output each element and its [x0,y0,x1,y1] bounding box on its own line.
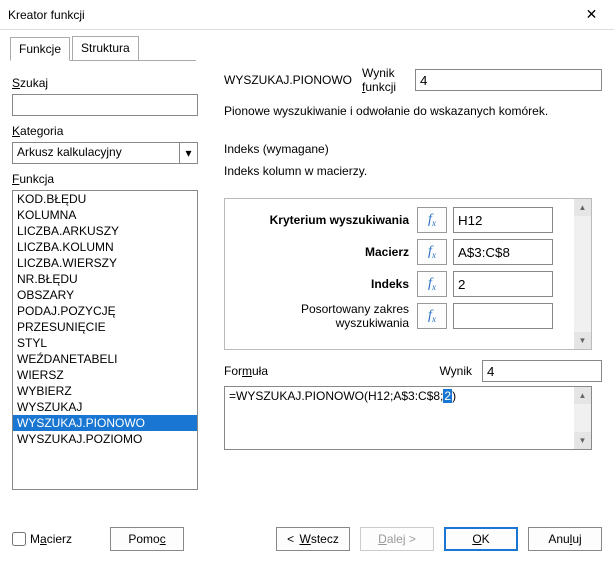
fx-button-3[interactable]: fx [417,271,447,297]
list-item[interactable]: WEŹDANETABELI [13,351,197,367]
close-icon[interactable]: ✕ [569,0,614,30]
array-checkbox-input[interactable] [12,532,26,546]
back-button[interactable]: < Wstecz [276,527,350,551]
tab-functions[interactable]: Funkcje [10,37,70,61]
tab-bar: Funkcje Struktura [10,36,196,61]
param-box: Kryterium wyszukiwania fx Macierz fx Ind… [224,198,592,350]
formula-content: =WYSZUKAJ.PIONOWO(H12;A$3:C$8;2) [229,389,456,403]
list-item[interactable]: PODAJ.POZYCJĘ [13,303,197,319]
scroll-down-icon[interactable]: ▼ [574,332,591,349]
fx-button-2[interactable]: fx [417,239,447,265]
fx-button-1[interactable]: fx [417,207,447,233]
next-button: Dalej > [360,527,434,551]
category-dropdown[interactable]: Arkusz kalkulacyjny ▾ [12,142,198,164]
param-row-3: Indeks fx [229,271,587,297]
list-item[interactable]: WYSZUKAJ.PIONOWO [13,415,197,431]
list-item[interactable]: LICZBA.ARKUSZY [13,223,197,239]
category-label: Kategoria [12,124,63,140]
list-item[interactable]: KOD.BŁĘDU [13,191,197,207]
result-row: WYSZUKAJ.PIONOWO Wynik funkcji [224,66,602,94]
param-row-4: Posortowany zakres wyszukiwania fx [229,303,587,329]
function-listbox[interactable]: KOD.BŁĘDUKOLUMNALICZBA.ARKUSZYLICZBA.KOL… [12,190,198,490]
list-item[interactable]: WYSZUKAJ [13,399,197,415]
function-description: Pionowe wyszukiwanie i odwołanie do wska… [224,104,602,118]
param-input-posortowany[interactable] [453,303,553,329]
tab-structure[interactable]: Struktura [72,36,139,60]
search-input[interactable] [12,94,198,116]
scroll-up-icon[interactable]: ▲ [574,199,591,216]
scroll-up-icon[interactable]: ▲ [574,387,591,404]
list-item[interactable]: WIERSZ [13,367,197,383]
list-item[interactable]: LICZBA.KOLUMN [13,239,197,255]
param-input-kryterium[interactable] [453,207,553,233]
window-title: Kreator funkcji [8,8,85,22]
formula-textarea[interactable]: =WYSZUKAJ.PIONOWO(H12;A$3:C$8;2) ▲ ▼ [224,386,592,450]
param-label-kryterium: Kryterium wyszukiwania [229,213,417,227]
formula-scrollbar[interactable]: ▲ ▼ [574,387,591,449]
list-item[interactable]: WYBIERZ [13,383,197,399]
param-description: Indeks kolumn w macierzy. [224,164,602,178]
array-checkbox[interactable]: Macierz [12,532,72,546]
left-pane: Szukaj Kategoria Arkusz kalkulacyjny ▾ F… [12,68,198,490]
function-result-value[interactable] [415,69,602,91]
ok-button[interactable]: OK [444,527,518,551]
cancel-button[interactable]: Anuluj [528,527,602,551]
list-item[interactable]: NR.BŁĘDU [13,271,197,287]
list-item[interactable]: OBSZARY [13,287,197,303]
param-input-indeks[interactable] [453,271,553,297]
result-label: Wynik [439,364,472,378]
formula-post: ) [452,389,456,403]
list-item[interactable]: KOLUMNA [13,207,197,223]
param-row-1: Kryterium wyszukiwania fx [229,207,587,233]
result-value[interactable] [482,360,602,382]
footer: Macierz Pomoc < Wstecz Dalej > OK Anuluj [0,516,614,562]
param-row-2: Macierz fx [229,239,587,265]
fx-button-4[interactable]: fx [417,303,447,329]
function-result-label: Wynik funkcji [362,66,405,94]
formula-selection: 2 [443,389,452,403]
chevron-down-icon[interactable]: ▾ [179,143,197,163]
param-title: Indeks (wymagane) [224,142,602,156]
scroll-down-icon[interactable]: ▼ [574,432,591,449]
right-pane: WYSZUKAJ.PIONOWO Wynik funkcji Pionowe w… [224,66,602,450]
param-label-posortowany: Posortowany zakres wyszukiwania [229,302,417,330]
param-label-macierz: Macierz [229,245,417,259]
list-item[interactable]: WYSZUKAJ.POZIOMO [13,431,197,447]
list-item[interactable]: LICZBA.WIERSZY [13,255,197,271]
array-checkbox-label: Macierz [30,532,72,546]
param-label-indeks: Indeks [229,277,417,291]
formula-pre: =WYSZUKAJ.PIONOWO(H12;A$3:C$8; [229,389,443,403]
dialog-body: Funkcje Struktura Szukaj Kategoria Arkus… [0,30,614,516]
formula-label: Formuła [224,364,284,378]
titlebar: Kreator funkcji ✕ [0,0,614,30]
param-input-macierz[interactable] [453,239,553,265]
function-name: WYSZUKAJ.PIONOWO [224,73,352,87]
search-label: Szukaj [12,76,48,92]
function-label: Funkcja [12,172,54,188]
list-item[interactable]: STYL [13,335,197,351]
param-scrollbar[interactable]: ▲ ▼ [574,199,591,349]
category-value: Arkusz kalkulacyjny [13,143,179,163]
formula-result-row: Formuła Wynik [224,360,602,382]
list-item[interactable]: PRZESUNIĘCIE [13,319,197,335]
help-button[interactable]: Pomoc [110,527,184,551]
